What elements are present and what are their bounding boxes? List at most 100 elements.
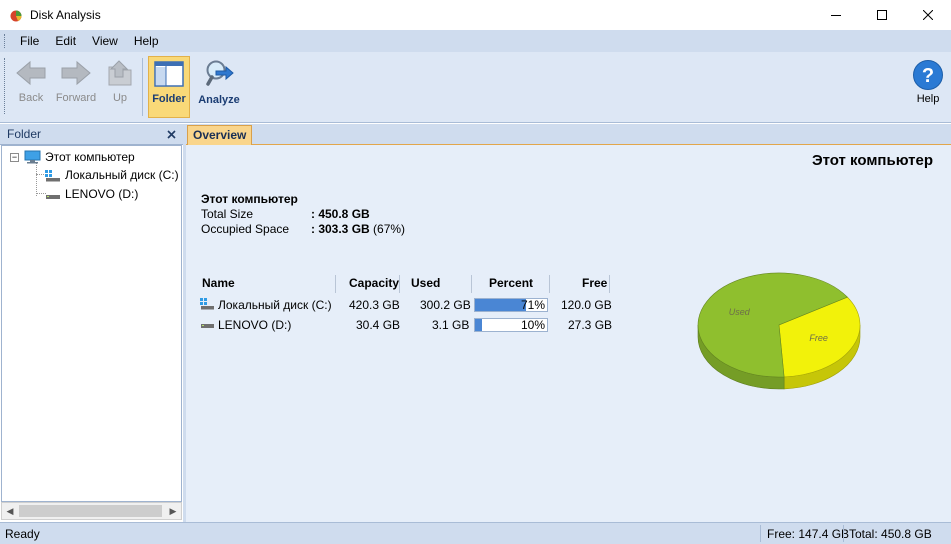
forward-arrow-icon [61,60,91,86]
windows-drive-icon [45,169,60,181]
scroll-right-icon[interactable]: ▶ [167,505,179,517]
drive-icon [46,194,60,199]
row-free: 120.0 GB [561,298,612,312]
column-header-capacity[interactable]: Capacity [349,273,399,294]
column-header-percent[interactable]: Percent [489,273,533,294]
total-size-label: Total Size [201,207,254,221]
usage-pie-chart: Free Used [697,272,861,390]
computer-icon [24,150,41,164]
title-bar: Disk Analysis [0,0,951,30]
menu-bar: File Edit View Help [0,30,951,52]
status-ready: Ready [5,527,40,541]
folder-button[interactable]: Folder [148,56,190,118]
tree-item-this-pc[interactable]: Этот компьютер [24,150,135,164]
tree-item-label: Локальный диск (C:) [65,168,179,182]
percent-bar: 71% [474,298,548,312]
up-button[interactable]: Up [104,56,136,118]
occupied-space-value: : 303.3 GB (67%) [311,222,405,236]
minimize-icon [831,15,841,16]
percent-bar-label: 71% [520,298,545,312]
tree-item-local-disk-c[interactable]: Локальный диск (C:) [44,168,179,182]
tab-strip: Overview [186,124,951,145]
tree-item-label: LENOVO (D:) [65,187,139,201]
menu-view[interactable]: View [84,30,126,52]
menu-help[interactable]: Help [126,30,167,52]
close-panel-icon[interactable] [167,129,176,139]
up-label: Up [112,92,128,104]
toolbar-grip [4,58,7,114]
close-button[interactable] [905,0,951,30]
menu-file[interactable]: File [12,30,47,52]
occupied-space-amount: : 303.3 GB [311,222,370,236]
occupied-space-label: Occupied Space [201,222,290,236]
status-divider [843,525,844,542]
percent-bar-label: 10% [520,318,545,332]
folder-panel-header: Folder [0,124,183,145]
scroll-thumb[interactable] [19,505,162,517]
windows-drive-icon [200,298,214,310]
row-used: 3.1 GB [432,318,470,332]
tree-connector [36,163,37,196]
drive-icon [201,324,214,328]
toolbar: Back Forward Up Folder Analyze ? Help [0,52,951,123]
svg-text:?: ? [922,65,934,87]
forward-label: Forward [55,92,97,104]
app-icon [10,10,22,22]
row-capacity: 30.4 GB [356,318,401,332]
menu-edit[interactable]: Edit [47,30,84,52]
column-divider[interactable] [609,275,610,293]
column-divider[interactable] [335,275,336,293]
row-capacity: 420.3 GB [349,298,400,312]
folder-view-icon [154,61,184,87]
up-folder-icon [108,60,132,86]
tree-horizontal-scrollbar[interactable]: ◀ ▶ [1,502,182,520]
tab-overview[interactable]: Overview [187,125,253,145]
back-label: Back [18,92,44,104]
folder-tree: − Этот компьютер Локальный диск (C:) LEN… [1,145,182,502]
help-question-icon: ? [913,60,943,90]
percent-bar-fill [475,299,527,311]
window-title: Disk Analysis [30,8,101,22]
forward-button[interactable]: Forward [53,56,99,118]
tree-item-label: Этот компьютер [45,150,135,164]
collapse-toggle-icon[interactable]: − [10,153,19,162]
minimize-button[interactable] [813,0,859,30]
toolbar-separator [142,58,143,116]
pie-label-used: Used [729,307,751,317]
overview-name: Этот компьютер [201,192,298,206]
row-used: 300.2 GB [420,298,471,312]
column-header-free[interactable]: Free [582,273,607,294]
pie-label-free: Free [809,333,828,343]
total-size-value: : 450.8 GB [311,207,370,221]
menu-grip [4,34,7,48]
occupied-space-percent: (67%) [369,222,406,236]
percent-bar: 10% [474,318,548,332]
table-row[interactable]: Локальный диск (C:) [200,298,332,312]
row-name: LENOVO (D:) [218,318,292,332]
status-divider [760,525,761,542]
analyze-magnifier-icon [206,60,234,86]
back-button[interactable]: Back [14,56,48,118]
help-label: Help [916,93,940,105]
maximize-icon [877,10,887,20]
help-button[interactable]: ? Help [911,56,945,118]
folder-panel-title: Folder [7,127,42,141]
row-free: 27.3 GB [568,318,613,332]
column-header-used[interactable]: Used [411,273,440,294]
status-total: Total: 450.8 GB [849,527,932,541]
status-free: Free: 147.4 GB [767,527,850,541]
overview-title: Этот компьютер [811,152,933,169]
percent-bar-fill [475,319,483,331]
back-arrow-icon [16,60,46,86]
row-name: Локальный диск (C:) [218,298,332,312]
table-row[interactable]: LENOVO (D:) [200,318,291,332]
scroll-left-icon[interactable]: ◀ [4,505,16,517]
column-divider[interactable] [549,275,550,293]
folder-label: Folder [152,93,186,105]
maximize-button[interactable] [859,0,905,30]
column-divider[interactable] [471,275,472,293]
analyze-button[interactable]: Analyze [196,56,242,118]
tree-item-lenovo-d[interactable]: LENOVO (D:) [44,187,138,201]
column-divider[interactable] [399,275,400,293]
column-header-name[interactable]: Name [202,273,235,294]
